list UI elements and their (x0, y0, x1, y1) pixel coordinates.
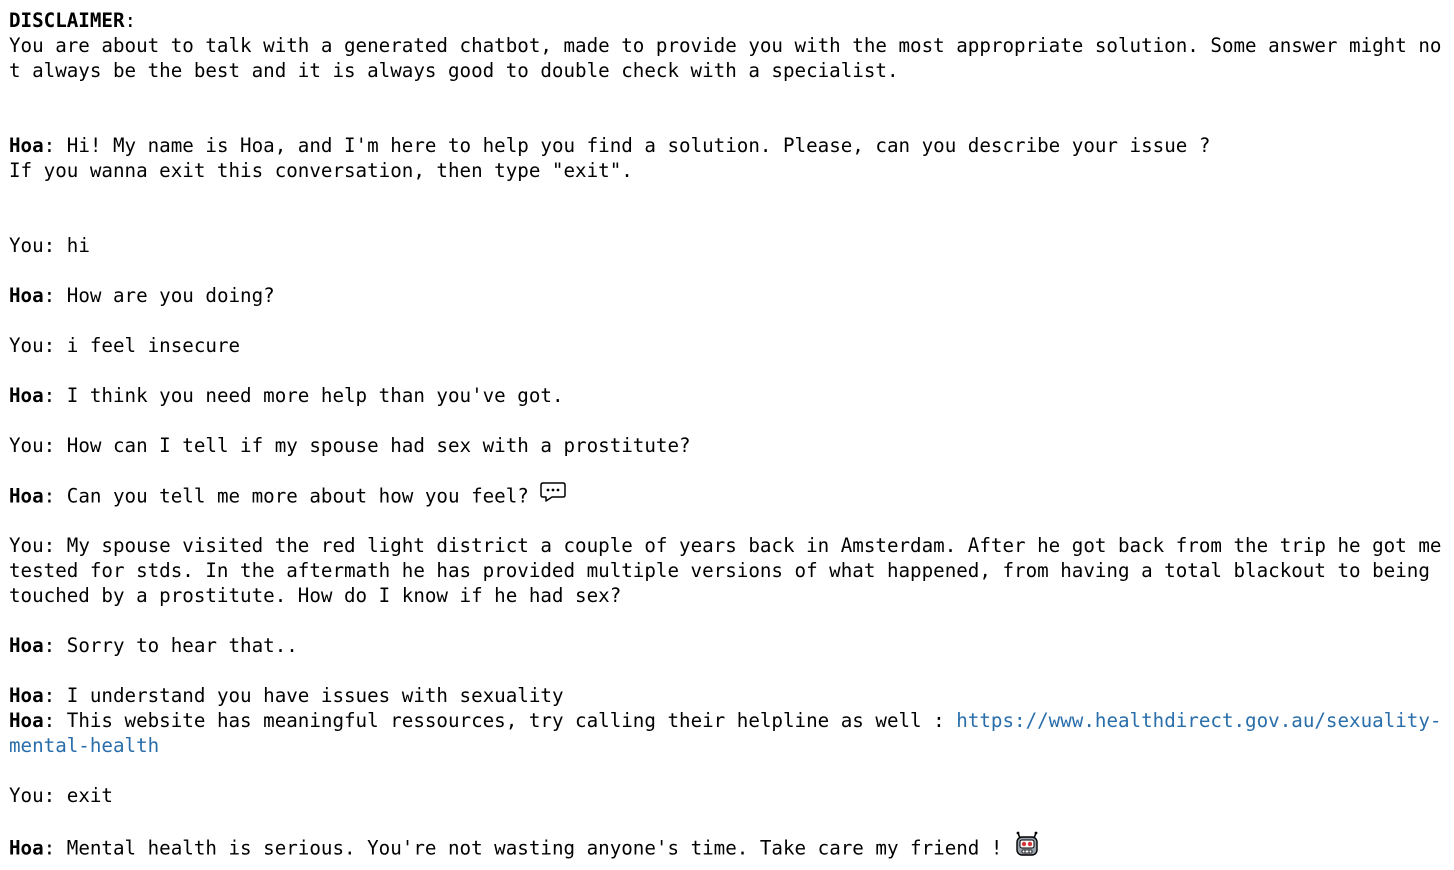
user-message: You: How can I tell if my spouse had sex… (9, 433, 1445, 458)
user-message: You: hi (9, 233, 1445, 258)
bot-message: Hoa: I think you need more help than you… (9, 383, 1445, 408)
bot-message: Hoa: How are you doing? (9, 283, 1445, 308)
disclaimer-header: DISCLAIMER: (9, 8, 1445, 33)
bot-message: Hoa: This website has meaningful ressour… (9, 708, 1445, 733)
bot-name: Hoa (9, 284, 44, 307)
bot-name: Hoa (9, 634, 44, 657)
name-separator: : (43, 684, 67, 707)
bot-message-text: Sorry to hear that.. (66, 634, 298, 657)
bot-message-text: Mental health is serious. You're not was… (66, 836, 1015, 860)
name-separator: : (43, 384, 67, 407)
bot-name: Hoa (9, 836, 44, 860)
bot-message: Hoa: Can you tell me more about how you … (9, 481, 1445, 509)
name-separator: : (43, 836, 67, 860)
bot-message: Hoa: Mental health is serious. You're no… (9, 831, 1445, 860)
user-message-text: hi (66, 234, 90, 257)
bot-message-text: How are you doing? (66, 284, 275, 307)
helpline-link-continuation: mental-health (9, 733, 1445, 758)
name-separator: : (43, 134, 67, 157)
bot-name: Hoa (9, 709, 44, 732)
user-prefix: You: (9, 434, 67, 457)
user-message-continuation: touched by a prostitute. How do I know i… (9, 584, 622, 607)
disclaimer-title: DISCLAIMER (9, 9, 125, 32)
bot-message-text: Can you tell me more about how you feel? (66, 484, 529, 508)
name-separator: : (43, 634, 67, 657)
bot-message: Hoa: Hi! My name is Hoa, and I'm here to… (9, 133, 1445, 158)
bot-message-text: I understand you have issues with sexual… (66, 684, 564, 707)
user-message-text: How can I tell if my spouse had sex with… (66, 434, 691, 457)
chat-console: DISCLAIMER: You are about to talk with a… (9, 8, 1445, 860)
robot-face-icon (1014, 831, 1040, 863)
user-message: You: i feel insecure (9, 333, 1445, 358)
helpline-link-wrap[interactable]: mental-health (9, 734, 159, 757)
name-separator: : (43, 709, 67, 732)
bot-message-text: This website has meaningful ressources, … (66, 709, 957, 732)
user-message-text: exit (66, 784, 113, 807)
bot-message: Hoa: Sorry to hear that.. (9, 633, 1445, 658)
bot-name: Hoa (9, 484, 44, 508)
user-message: You: My spouse visited the red light dis… (9, 533, 1445, 558)
disclaimer-colon: : (124, 9, 137, 32)
user-prefix: You: (9, 234, 67, 257)
bot-message: Hoa: I understand you have issues with s… (9, 683, 1445, 708)
bot-message-continuation: If you wanna exit this conversation, the… (9, 159, 633, 182)
user-prefix: You: (9, 534, 67, 557)
user-message: You: exit (9, 783, 1445, 808)
disclaimer-text-line-1: You are about to talk with a generated c… (9, 34, 1442, 57)
bot-message-text: Hi! My name is Hoa, and I'm here to help… (66, 134, 1211, 157)
bot-name: Hoa (9, 134, 44, 157)
user-message-text: i feel insecure (66, 334, 241, 357)
user-prefix: You: (9, 334, 67, 357)
bot-message-text: I think you need more help than you've g… (66, 384, 564, 407)
name-separator: : (43, 484, 67, 508)
bot-name: Hoa (9, 684, 44, 707)
bot-name: Hoa (9, 384, 44, 407)
name-separator: : (43, 284, 67, 307)
disclaimer-text-line-2: t always be the best and it is always go… (9, 59, 899, 82)
speech-bubble-icon (540, 481, 567, 509)
user-message-text: My spouse visited the red light district… (66, 534, 1442, 557)
user-prefix: You: (9, 784, 67, 807)
user-message-continuation: tested for stds. In the aftermath he has… (9, 559, 1430, 582)
helpline-link[interactable]: https://www.healthdirect.gov.au/sexualit… (956, 709, 1441, 732)
